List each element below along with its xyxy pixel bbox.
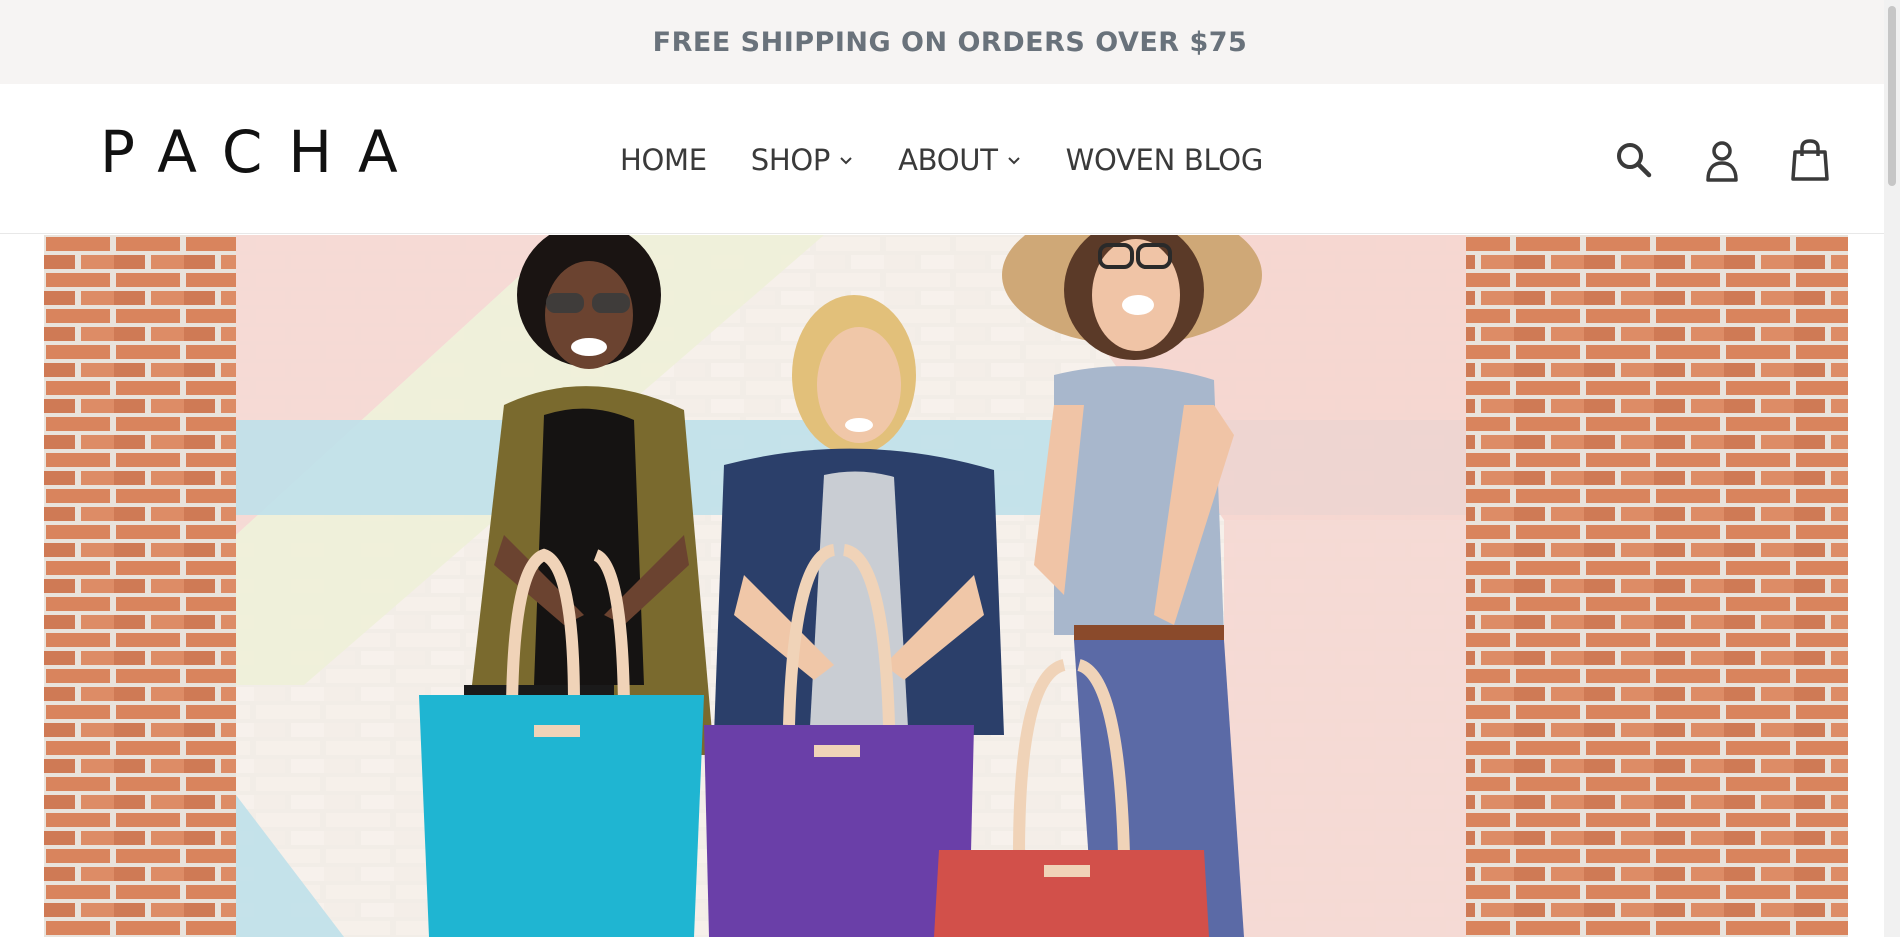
search-button[interactable] <box>1610 136 1658 184</box>
brick-wall-left <box>44 235 236 937</box>
nav-woven-blog[interactable]: WOVEN BLOG <box>1065 143 1264 177</box>
account-button[interactable] <box>1698 136 1746 184</box>
announcement-text: FREE SHIPPING ON ORDERS OVER $75 <box>652 26 1248 58</box>
nav-shop-label: SHOP <box>750 143 831 177</box>
main-nav: HOME SHOP ABOUT WOVEN BLOG <box>620 140 1263 180</box>
nav-about[interactable]: ABOUT <box>898 143 1022 177</box>
chevron-down-icon <box>840 157 852 165</box>
chevron-down-icon <box>1007 157 1020 165</box>
brick-wall-right <box>1466 235 1848 937</box>
nav-shop[interactable]: SHOP <box>751 143 854 177</box>
announcement-bar: FREE SHIPPING ON ORDERS OVER $75 <box>0 0 1900 84</box>
cart-icon <box>1791 139 1829 181</box>
scrollbar-thumb[interactable] <box>1888 6 1896 186</box>
pink-lower <box>1224 520 1466 937</box>
nav-home-label: HOME <box>620 143 707 177</box>
nav-woven-blog-label: WOVEN BLOG <box>1065 143 1264 177</box>
page-scrollbar[interactable] <box>1884 0 1900 937</box>
hero-banner[interactable] <box>44 235 1848 937</box>
search-icon <box>1617 143 1652 178</box>
logo-text: PACHA <box>100 118 424 186</box>
cart-button[interactable] <box>1786 136 1834 184</box>
nav-home[interactable]: HOME <box>620 143 707 177</box>
account-icon <box>1706 141 1738 182</box>
nav-about-label: ABOUT <box>898 143 998 177</box>
logo[interactable]: PACHA <box>100 118 434 186</box>
hero-image <box>44 235 1848 937</box>
site-header: PACHA HOME SHOP ABOUT WOVEN BLOG <box>0 84 1900 234</box>
